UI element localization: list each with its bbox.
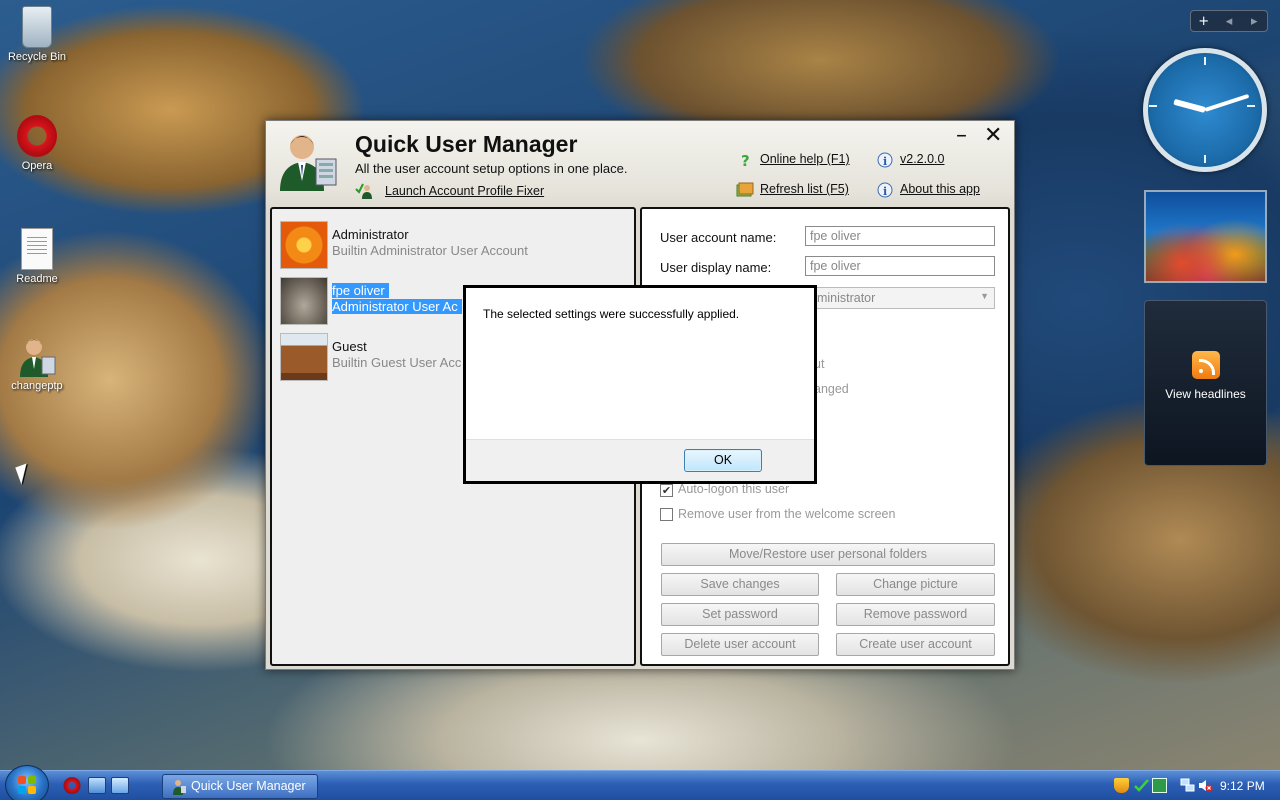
set-password-button[interactable]: Set password [661,603,819,626]
about-app-link[interactable]: About this app [900,182,980,196]
minute-hand [1204,93,1250,112]
account-type-value: dministrator [810,291,876,305]
device-icon[interactable] [1152,778,1167,793]
taskbar: Quick User Manager 9:12 PM [0,765,1280,800]
clock-gadget[interactable] [1143,48,1267,172]
app-header: Quick User Manager All the user account … [266,121,1014,206]
user-description: Administrator User Ac [332,299,462,314]
app-title: Quick User Manager [355,131,578,157]
move-restore-folders-button[interactable]: Move/Restore user personal folders [661,543,995,566]
remove-welcome-label: Remove user from the welcome screen [678,507,896,521]
avatar [280,333,328,381]
app-logo-icon [276,129,338,193]
start-button[interactable] [5,765,49,800]
dialog-message: The selected settings were successfully … [483,307,740,321]
opera-icon [17,115,57,157]
launch-profile-fixer-link[interactable]: Launch Account Profile Fixer [385,184,544,198]
desktop-icon-recycle-bin[interactable]: Recycle Bin [2,6,72,63]
show-desktop-icon[interactable] [88,777,106,794]
refresh-icon [736,182,754,198]
taskbar-clock[interactable]: 9:12 PM [1220,779,1265,793]
desktop-icon-label: Opera [21,160,53,172]
desktop-icon-label: changeptp [11,380,63,392]
taskbar-button-label: Quick User Manager [191,779,306,793]
gadget-toolbar: + ◂ ▸ [1190,10,1268,32]
refresh-list-link[interactable]: Refresh list (F5) [760,182,849,196]
desktop-icon-opera[interactable]: Opera [2,115,72,172]
message-dialog: The selected settings were successfully … [463,285,817,484]
hour-hand [1173,98,1206,113]
account-name-field[interactable]: fpe oliver [805,226,995,246]
list-item-administrator[interactable]: Administrator Builtin Administrator User… [280,219,635,271]
mouse-cursor-icon [15,463,33,485]
security-shield-icon[interactable] [1114,778,1129,793]
info-icon: i [877,152,893,168]
app-subtitle: All the user account setup options in on… [355,161,628,176]
slideshow-gadget[interactable] [1144,190,1267,283]
close-button[interactable]: ✕ [984,123,1002,148]
svg-text:i: i [883,155,887,168]
remove-welcome-checkbox[interactable] [660,508,673,521]
gadget-next-button[interactable]: ▸ [1242,14,1267,29]
help-icon: ? [738,152,754,170]
network-icon[interactable] [1180,778,1195,793]
document-icon [21,228,53,270]
user-name: Guest [332,339,367,354]
desktop-icon-readme[interactable]: Readme [2,228,72,285]
svg-text:?: ? [741,152,750,168]
view-headlines-label[interactable]: View headlines [1145,387,1266,401]
app-taskbar-icon [173,780,186,795]
about-info-icon: i [877,182,893,198]
display-name-field[interactable]: fpe oliver [805,256,995,276]
account-type-select[interactable]: dministrator ▼ [805,287,995,309]
chevron-down-icon: ▼ [980,291,989,301]
create-user-button[interactable]: Create user account [836,633,995,656]
desktop-icon-label: Recycle Bin [7,51,67,63]
avatar [280,277,328,325]
account-name-label: User account name: [660,230,777,245]
switch-windows-icon[interactable] [111,777,129,794]
volume-muted-icon[interactable] [1198,778,1213,793]
recycle-bin-icon [22,6,52,48]
taskbar-button-quick-user-manager[interactable]: Quick User Manager [162,774,318,799]
ok-button[interactable]: OK [684,449,762,472]
user-name: Administrator [332,227,409,242]
option-text-faded: anged [814,382,849,396]
gadget-prev-button[interactable]: ◂ [1216,14,1241,29]
avatar [280,221,328,269]
windows-logo-icon [18,776,37,795]
delete-user-button[interactable]: Delete user account [661,633,819,656]
minimize-button[interactable]: – [956,123,967,148]
save-changes-button[interactable]: Save changes [661,573,819,596]
desktop-icon-label: Readme [16,273,58,285]
add-gadget-button[interactable]: + [1191,14,1216,29]
user-description: Builtin Administrator User Account [332,243,528,258]
update-check-icon[interactable] [1134,778,1149,793]
rss-icon [1191,351,1220,379]
desktop-icon-changeptp[interactable]: changeptp [2,335,72,392]
auto-logon-checkbox[interactable]: ✔ [660,484,673,497]
change-picture-button[interactable]: Change picture [836,573,995,596]
remove-password-button[interactable]: Remove password [836,603,995,626]
opera-quicklaunch-icon[interactable] [63,777,81,794]
dialog-footer: OK [466,439,814,481]
user-manager-icon [17,335,57,377]
online-help-link[interactable]: Online help (F1) [760,152,850,166]
svg-text:i: i [883,185,887,198]
profile-fixer-icon [355,181,372,199]
user-name: fpe oliver [332,283,389,298]
version-link[interactable]: v2.2.0.0 [900,152,944,166]
feed-headlines-gadget[interactable]: View headlines [1144,300,1267,466]
auto-logon-label: Auto-logon this user [678,482,790,496]
display-name-label: User display name: [660,260,772,275]
user-description: Builtin Guest User Acc [332,355,462,370]
